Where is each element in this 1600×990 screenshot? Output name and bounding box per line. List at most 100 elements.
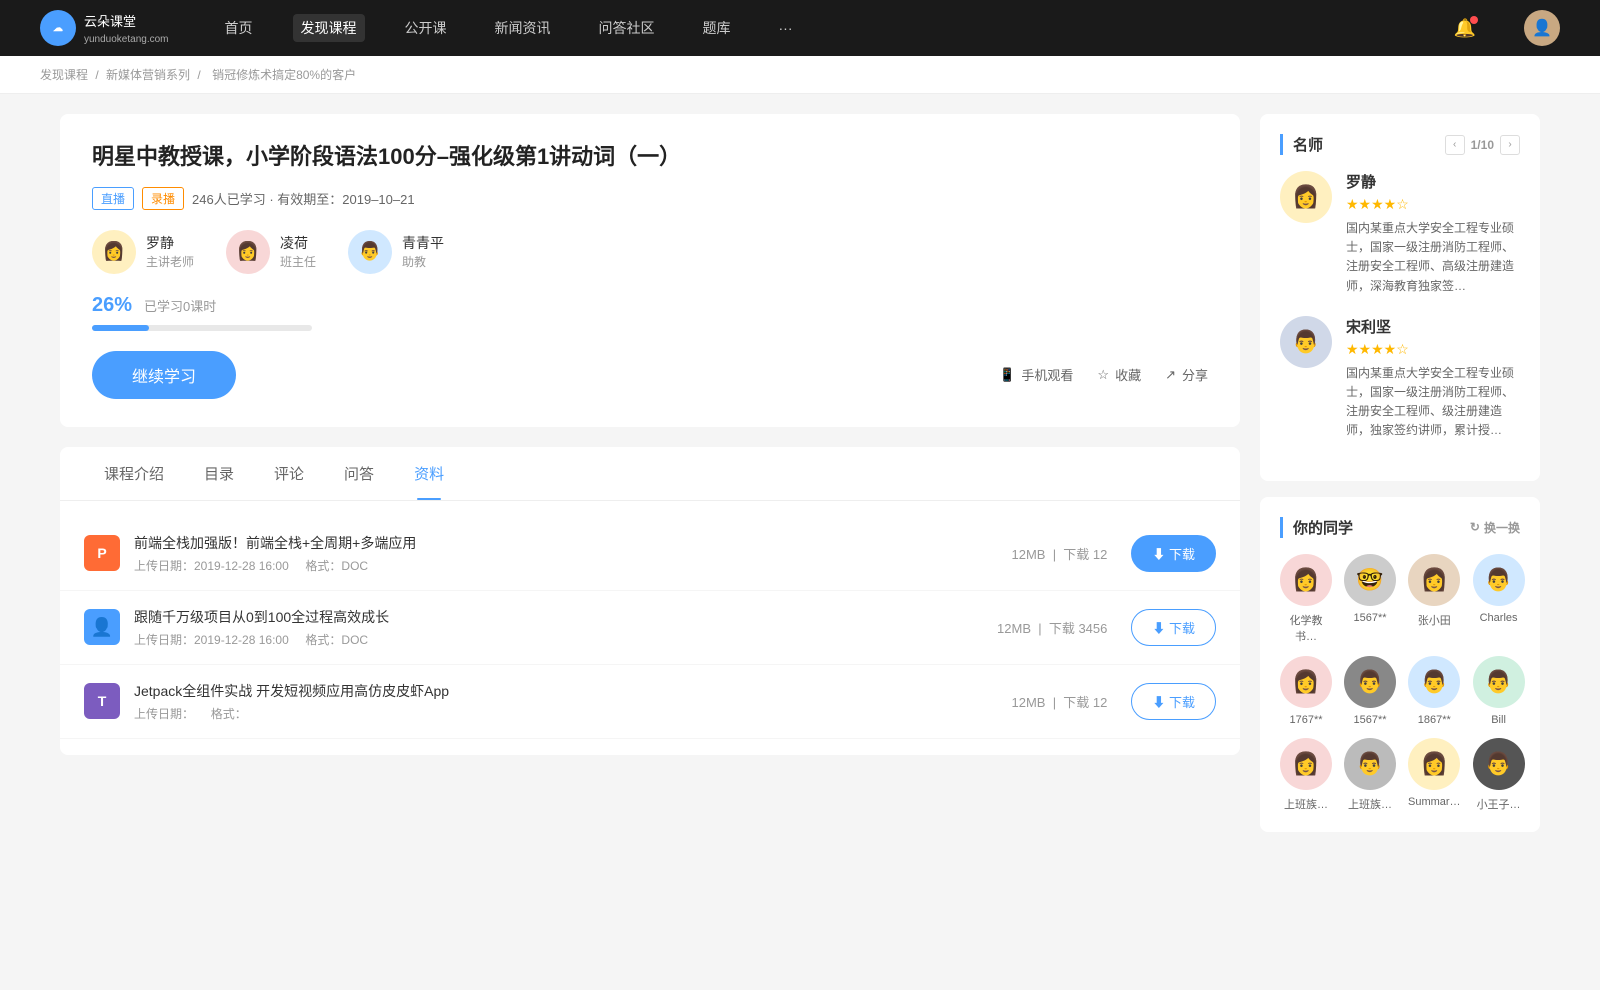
student-name-4: 1767** <box>1289 714 1322 726</box>
student-2: 👩 张小田 <box>1408 554 1461 644</box>
tab-intro[interactable]: 课程介绍 <box>84 447 184 500</box>
tabs-card: 课程介绍 目录 评论 问答 资料 P 前端全栈加强版！前端全栈+全周期+多端应用… <box>60 447 1240 755</box>
next-page-button[interactable]: › <box>1500 135 1520 155</box>
student-avatar-0: 👩 <box>1280 554 1332 606</box>
instructor-avatar-2: 👨 <box>348 230 392 274</box>
instructor-0: 👩 罗静 主讲老师 <box>92 230 194 274</box>
tab-materials[interactable]: 资料 <box>394 447 464 500</box>
main-content: 明星中教授课，小学阶段语法100分–强化级第1讲动词（一） 直播 录播 246人… <box>20 94 1580 868</box>
file-item-2: T Jetpack全组件实战 开发短视频应用高仿皮皮虾App 上传日期： 格式：… <box>60 665 1240 739</box>
file-icon-1: 👤 <box>84 609 120 645</box>
student-avatar-4: 👩 <box>1280 656 1332 708</box>
student-avatar-7: 👨 <box>1473 656 1525 708</box>
nav-home[interactable]: 首页 <box>217 14 261 42</box>
student-3: 👨 Charles <box>1473 554 1525 644</box>
teacher-avatar-1: 👨 <box>1280 316 1332 368</box>
action-icons: 📱 手机观看 ☆ 收藏 ↗ 分享 <box>999 365 1208 384</box>
progress-text: 已学习0课时 <box>144 296 216 315</box>
nav-qa[interactable]: 问答社区 <box>591 14 663 42</box>
file-stats-2: 12MB | 下载 12 <box>1012 692 1108 711</box>
progress-percent: 26% <box>92 294 132 317</box>
breadcrumb-current: 销冠修炼术搞定80%的客户 <box>212 68 356 82</box>
course-card: 明星中教授课，小学阶段语法100分–强化级第1讲动词（一） 直播 录播 246人… <box>60 114 1240 427</box>
students-card: 你的同学 ↻ 换一换 👩 化学教书… 🤓 1567** 👩 张小田 <box>1260 497 1540 832</box>
student-8: 👩 上班族… <box>1280 738 1332 812</box>
students-section-title: 你的同学 ↻ 换一换 <box>1280 517 1520 538</box>
tab-qa[interactable]: 问答 <box>324 447 394 500</box>
breadcrumb: 发现课程 / 新媒体营销系列 / 销冠修炼术搞定80%的客户 <box>0 56 1600 94</box>
student-6: 👨 1867** <box>1408 656 1461 726</box>
teacher-desc-0: 国内某重点大学安全工程专业硕士，国家一级注册消防工程师、注册安全工程师、高级注册… <box>1346 219 1520 296</box>
nav-more[interactable]: ··· <box>771 16 801 40</box>
student-avatar-5: 👨 <box>1344 656 1396 708</box>
download-button-2[interactable]: ⬇ 下载 <box>1131 683 1216 720</box>
instructors: 👩 罗静 主讲老师 👩 凌荷 班主任 👨 青青平 <box>92 230 1208 274</box>
student-avatar-6: 👨 <box>1408 656 1460 708</box>
tab-review[interactable]: 评论 <box>254 447 324 500</box>
file-meta-0: 上传日期：2019-12-28 16:00 格式：DOC <box>134 557 1012 574</box>
tab-catalog[interactable]: 目录 <box>184 447 254 500</box>
instructor-role-1: 班主任 <box>280 253 316 270</box>
content-left: 明星中教授课，小学阶段语法100分–强化级第1讲动词（一） 直播 录播 246人… <box>60 114 1240 848</box>
student-avatar-10: 👩 <box>1408 738 1460 790</box>
file-item-1: 👤 跟随千万级项目从0到100全过程高效成长 上传日期：2019-12-28 1… <box>60 591 1240 665</box>
nav-quiz[interactable]: 题库 <box>695 14 739 42</box>
mobile-watch-button[interactable]: 📱 手机观看 <box>999 365 1073 384</box>
action-row: 继续学习 📱 手机观看 ☆ 收藏 ↗ 分享 <box>92 351 1208 399</box>
share-icon: ↗ <box>1165 367 1176 383</box>
instructor-avatar-0: 👩 <box>92 230 136 274</box>
file-meta-1: 上传日期：2019-12-28 16:00 格式：DOC <box>134 631 997 648</box>
student-name-1: 1567** <box>1353 612 1386 624</box>
instructor-1: 👩 凌荷 班主任 <box>226 230 316 274</box>
collect-button[interactable]: ☆ 收藏 <box>1097 365 1141 384</box>
logo-text: 云朵课堂yunduoketang.com <box>84 11 169 45</box>
mobile-icon: 📱 <box>999 367 1015 383</box>
share-button[interactable]: ↗ 分享 <box>1165 365 1208 384</box>
logo-icon: ☁ <box>40 10 76 46</box>
file-icon-2: T <box>84 683 120 719</box>
notification-bell[interactable]: 🔔 <box>1454 18 1476 39</box>
breadcrumb-series[interactable]: 新媒体营销系列 <box>106 68 190 82</box>
progress-bar-background <box>92 325 312 331</box>
course-tags: 直播 录播 246人已学习 · 有效期至：2019–10–21 <box>92 187 1208 210</box>
teacher-stars-0: ★★★★☆ <box>1346 196 1520 213</box>
instructor-role-0: 主讲老师 <box>146 253 194 270</box>
file-name-1: 跟随千万级项目从0到100全过程高效成长 <box>134 607 997 627</box>
student-4: 👩 1767** <box>1280 656 1332 726</box>
prev-page-button[interactable]: ‹ <box>1445 135 1465 155</box>
instructor-name-2: 青青平 <box>402 233 444 253</box>
refresh-button[interactable]: ↻ 换一换 <box>1470 519 1520 536</box>
teacher-avatar-0: 👩 <box>1280 171 1332 223</box>
progress-section: 26% 已学习0课时 <box>92 294 1208 331</box>
tag-live: 直播 <box>92 187 134 210</box>
student-name-8: 上班族… <box>1284 796 1328 812</box>
student-name-10: Summar… <box>1408 796 1461 808</box>
logo[interactable]: ☁ 云朵课堂yunduoketang.com <box>40 10 169 46</box>
teacher-stars-1: ★★★★☆ <box>1346 341 1520 358</box>
instructor-name-0: 罗静 <box>146 233 194 253</box>
file-stats-1: 12MB | 下载 3456 <box>997 618 1107 637</box>
breadcrumb-discover[interactable]: 发现课程 <box>40 68 88 82</box>
student-11: 👨 小王子… <box>1473 738 1525 812</box>
nav-open[interactable]: 公开课 <box>397 14 455 42</box>
nav-discover[interactable]: 发现课程 <box>293 14 365 42</box>
download-button-0[interactable]: ⬇ 下载 <box>1131 535 1216 572</box>
file-stats-0: 12MB | 下载 12 <box>1012 544 1108 563</box>
student-name-3: Charles <box>1480 612 1518 624</box>
instructor-role-2: 助教 <box>402 253 444 270</box>
tabs-header: 课程介绍 目录 评论 问答 资料 <box>60 447 1240 501</box>
instructor-avatar-1: 👩 <box>226 230 270 274</box>
student-10: 👩 Summar… <box>1408 738 1461 812</box>
student-7: 👨 Bill <box>1473 656 1525 726</box>
notification-dot <box>1470 16 1478 24</box>
instructor-2: 👨 青青平 助教 <box>348 230 444 274</box>
file-meta-2: 上传日期： 格式： <box>134 705 1012 722</box>
user-avatar[interactable]: 👤 <box>1524 10 1560 46</box>
sidebar: 名师 ‹ 1/10 › 👩 罗静 ★★★★☆ 国内某重点大学安全工程专业硕士，国… <box>1260 114 1540 848</box>
teachers-card: 名师 ‹ 1/10 › 👩 罗静 ★★★★☆ 国内某重点大学安全工程专业硕士，国… <box>1260 114 1540 481</box>
nav-news[interactable]: 新闻资讯 <box>487 14 559 42</box>
student-name-6: 1867** <box>1418 714 1451 726</box>
student-avatar-8: 👩 <box>1280 738 1332 790</box>
download-button-1[interactable]: ⬇ 下载 <box>1131 609 1216 646</box>
continue-learning-button[interactable]: 继续学习 <box>92 351 236 399</box>
